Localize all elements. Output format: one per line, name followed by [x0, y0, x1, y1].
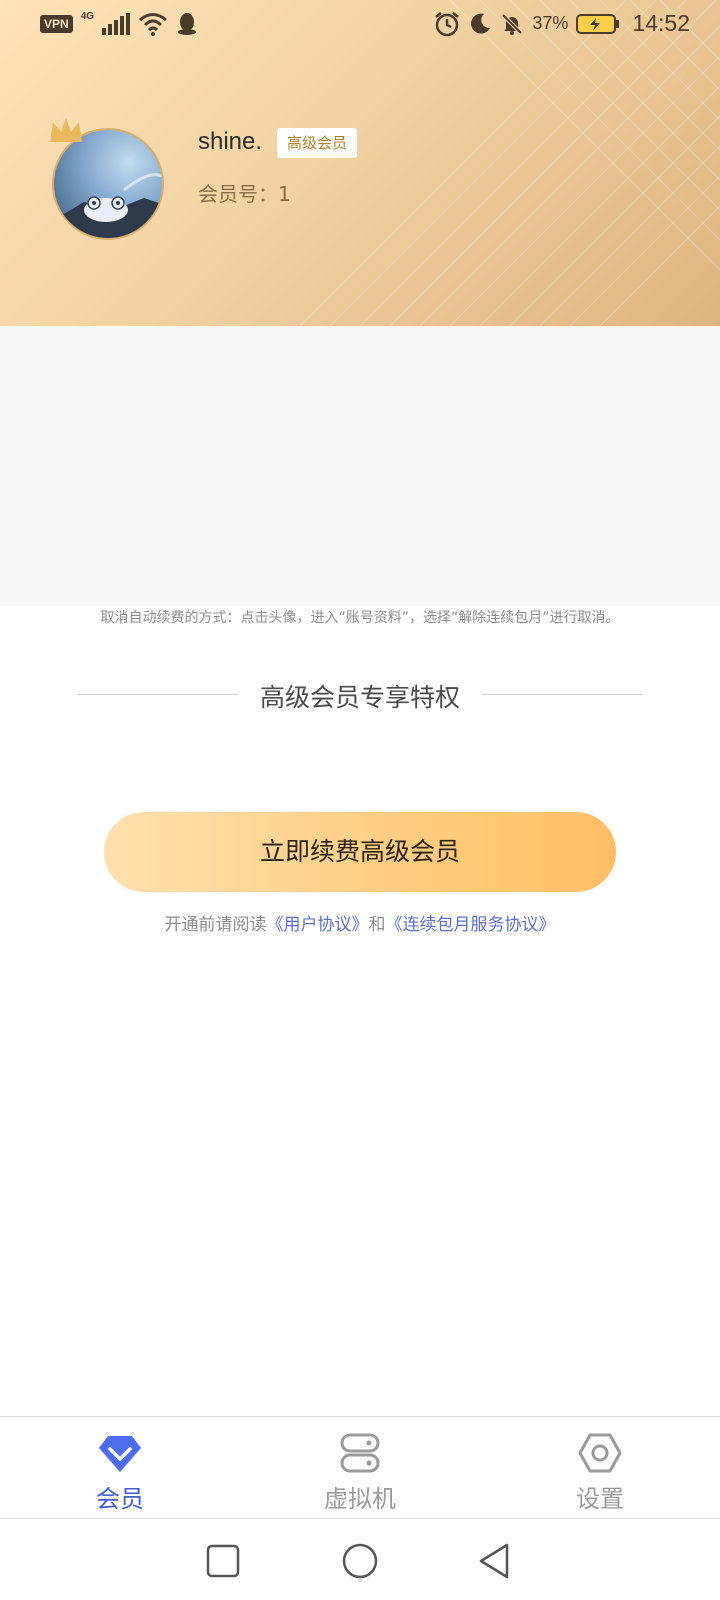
recent-apps-icon[interactable]	[203, 1541, 243, 1581]
avatar[interactable]	[52, 128, 164, 240]
diamond-icon	[99, 1436, 141, 1472]
tab-virtual-machine[interactable]: 虚拟机	[290, 1417, 430, 1519]
user-agreement-link[interactable]: 《用户协议》	[267, 915, 369, 935]
battery-icon	[576, 13, 620, 34]
server-icon	[340, 1433, 380, 1473]
wifi-icon	[139, 13, 167, 36]
qq-icon	[178, 13, 197, 35]
tab-settings[interactable]: 设置	[530, 1417, 670, 1519]
agreement-and: 和	[368, 915, 386, 935]
mute-bell-icon	[501, 13, 523, 35]
renew-premium-button[interactable]: 立即续费高级会员	[104, 812, 616, 892]
privilege-title: 高级会员专享特权	[259, 683, 460, 712]
subscription-agreement-link[interactable]: 《连续包月服务协议》	[386, 915, 556, 935]
privilege-section-header: 高级会员专享特权	[78, 678, 642, 712]
tab-virtual-machine-label: 虚拟机	[324, 1485, 396, 1513]
tab-member-label: 会员	[96, 1485, 144, 1513]
clock: 14:52	[632, 10, 690, 36]
agreement-prefix: 开通前请阅读	[164, 915, 267, 935]
status-left: VPN 4G	[40, 10, 198, 36]
home-icon[interactable]	[340, 1541, 380, 1581]
content-placeholder-panel	[0, 326, 720, 606]
avatar-image	[54, 173, 162, 238]
hexagon-gear-icon	[578, 1433, 622, 1473]
moon-icon	[471, 13, 491, 34]
bottom-tab-bar: 会员 虚拟机 设置	[0, 1416, 720, 1518]
back-icon[interactable]	[475, 1541, 515, 1581]
status-bar: VPN 4G 37% 14:52	[0, 0, 720, 50]
alarm-icon	[435, 11, 460, 36]
avatar-button[interactable]	[50, 118, 164, 240]
member-header: VPN 4G 37% 14:52 shine. 高级会员 会员号：1	[0, 0, 720, 326]
username: shine.	[198, 128, 263, 155]
battery-percent: 37%	[532, 13, 569, 33]
signal-icon	[102, 13, 131, 35]
member-number: 会员号：1	[198, 182, 291, 206]
auto-renew-cancel-note: 取消自动续费的方式：点击头像，进入“账号资料”，选择“解除连续包月”进行取消。	[100, 610, 620, 626]
agreement-line: 开通前请阅读《用户协议》和《连续包月服务协议》	[0, 910, 720, 935]
crown-icon	[50, 118, 82, 142]
system-nav-bar	[0, 1518, 720, 1600]
vpn-badge: VPN	[40, 15, 73, 33]
divider-right	[482, 694, 642, 695]
tab-member[interactable]: 会员	[50, 1417, 190, 1519]
member-tier-badge: 高级会员	[277, 128, 358, 158]
status-right: 37% 14:52	[434, 10, 690, 37]
network-type: 4G	[80, 10, 95, 22]
tab-settings-label: 设置	[576, 1485, 624, 1513]
